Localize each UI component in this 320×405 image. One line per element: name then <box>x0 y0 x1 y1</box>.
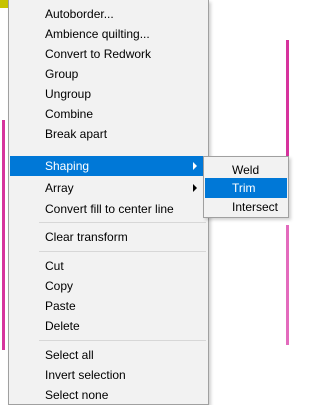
menu-separator <box>39 251 206 252</box>
submenu-item-trim[interactable]: Trim <box>205 178 287 198</box>
menu-item-select-all[interactable]: Select all <box>10 345 207 365</box>
menu-item-shaping[interactable]: Shaping <box>10 156 207 176</box>
menu-item-cut[interactable]: Cut <box>10 256 207 276</box>
menu-item-group[interactable]: Group <box>10 64 207 84</box>
menu-item-autoborder[interactable]: Autoborder... <box>10 4 207 24</box>
context-menu: Autoborder... Ambience quilting... Conve… <box>8 0 209 405</box>
design-outline-segment <box>286 225 289 345</box>
menu-item-label: Copy <box>45 279 74 293</box>
menu-item-label: Array <box>45 181 74 195</box>
menu-item-label: Combine <box>45 107 94 121</box>
submenu-arrow-icon <box>193 162 197 170</box>
menu-item-label: Invert selection <box>45 368 126 382</box>
menu-item-ambience-quilting[interactable]: Ambience quilting... <box>10 24 207 44</box>
menu-item-label: Convert fill to center line <box>45 202 174 216</box>
submenu-item-label: Trim <box>232 181 256 195</box>
menu-item-label: Shaping <box>45 159 90 173</box>
submenu-arrow-icon <box>193 184 197 192</box>
canvas-left-edge <box>0 0 8 405</box>
submenu-item-label: Weld <box>232 163 260 177</box>
menu-item-label: Ambience quilting... <box>45 27 150 41</box>
design-outline-segment <box>286 40 289 170</box>
menu-item-label: Group <box>45 67 79 81</box>
menu-item-ungroup[interactable]: Ungroup <box>10 84 207 104</box>
menu-item-label: Paste <box>45 299 76 313</box>
menu-item-label: Cut <box>45 259 64 273</box>
shaping-submenu: Weld Trim Intersect <box>203 156 289 218</box>
submenu-item-weld[interactable]: Weld <box>205 160 287 180</box>
menu-separator <box>39 340 206 341</box>
menu-item-label: Clear transform <box>45 230 128 244</box>
menu-item-label: Autoborder... <box>45 7 114 21</box>
menu-item-clear-transform[interactable]: Clear transform <box>10 227 207 247</box>
menu-item-break-apart[interactable]: Break apart <box>10 124 207 144</box>
menu-item-label: Delete <box>45 319 80 333</box>
menu-item-convert-to-redwork[interactable]: Convert to Redwork <box>10 44 207 64</box>
submenu-item-label: Intersect <box>232 200 279 214</box>
menu-item-label: Select all <box>45 348 94 362</box>
menu-item-copy[interactable]: Copy <box>10 276 207 296</box>
submenu-item-intersect[interactable]: Intersect <box>205 197 287 217</box>
menu-item-delete[interactable]: Delete <box>10 316 207 336</box>
menu-item-convert-fill-to-center-line[interactable]: Convert fill to center line <box>10 199 207 219</box>
menu-item-array[interactable]: Array <box>10 178 207 198</box>
menu-separator <box>39 222 206 223</box>
menu-item-label: Convert to Redwork <box>45 47 152 61</box>
menu-item-label: Select none <box>45 388 109 402</box>
menu-item-label: Break apart <box>45 127 108 141</box>
menu-item-paste[interactable]: Paste <box>10 296 207 316</box>
menu-item-combine[interactable]: Combine <box>10 104 207 124</box>
menu-item-select-none[interactable]: Select none <box>10 385 207 405</box>
menu-item-invert-selection[interactable]: Invert selection <box>10 365 207 385</box>
menu-item-label: Ungroup <box>45 87 92 101</box>
